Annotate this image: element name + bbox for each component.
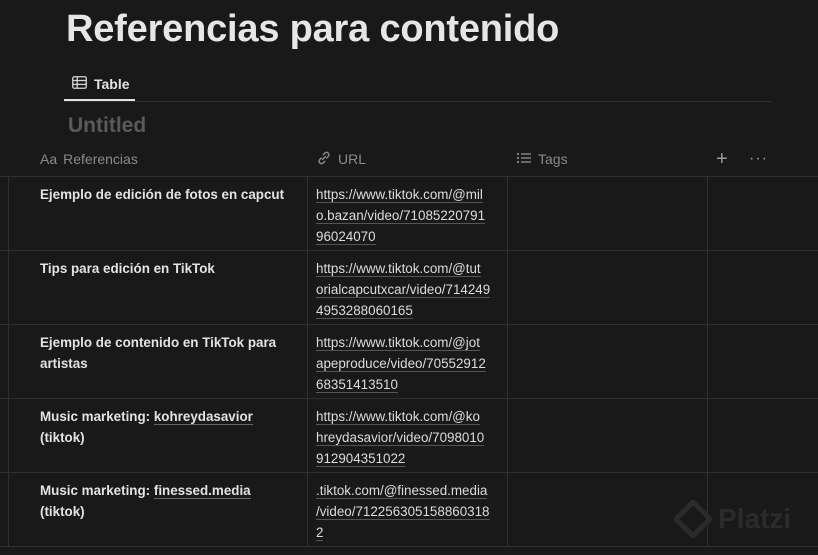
referencia-text: Tips para edición en TikTok xyxy=(40,261,215,276)
column-divider xyxy=(8,250,9,324)
url-link-text[interactable]: 96024070 xyxy=(316,229,376,245)
cell-tags[interactable] xyxy=(508,324,707,398)
watermark-text: Platzi xyxy=(718,503,792,534)
cell-referencia[interactable]: Music marketing: finessed.media (tiktok) xyxy=(40,480,298,522)
cell-url[interactable]: https://www.tiktok.com/@ko hreydasavior/v… xyxy=(316,406,500,469)
url-link-text[interactable]: 68351413510 xyxy=(316,377,398,393)
cell-url[interactable]: https://www.tiktok.com/@jot apeproduce/vi… xyxy=(316,332,500,395)
referencia-text: Music marketing: xyxy=(40,483,154,498)
platzi-watermark: Platzi xyxy=(674,500,791,538)
column-label: Referencias xyxy=(63,151,138,167)
column-divider xyxy=(307,398,308,472)
url-link-text[interactable]: 912904351022 xyxy=(316,451,406,467)
url-link-text[interactable]: /video/712256305158860318 xyxy=(316,504,490,520)
url-link-text[interactable]: https://www.tiktok.com/@mil xyxy=(316,187,483,203)
column-label: Tags xyxy=(538,151,568,167)
referencia-text: Ejemplo de contenido en TikTok para arti… xyxy=(40,335,277,371)
column-divider xyxy=(307,472,308,546)
title-property-icon: Aa xyxy=(40,151,58,167)
database-title[interactable]: Untitled xyxy=(68,114,146,138)
cell-referencia[interactable]: Ejemplo de edición de fotos en capcut xyxy=(40,184,298,205)
platzi-logo-icon xyxy=(674,500,712,538)
cell-referencia[interactable]: Tips para edición en TikTok xyxy=(40,258,298,279)
column-header-url[interactable]: URL xyxy=(316,142,366,176)
referencia-text: Music marketing: xyxy=(40,409,154,424)
referencia-text: Ejemplo de edición de fotos en capcut xyxy=(40,187,285,202)
mention-link[interactable]: finessed.media xyxy=(153,483,251,499)
table-header: Aa Referencias URL Tags + ··· xyxy=(0,142,818,177)
mention-link[interactable]: kohreydasavior xyxy=(153,409,253,425)
column-divider xyxy=(8,398,9,472)
cell-tags[interactable] xyxy=(508,398,707,472)
column-divider xyxy=(8,176,9,250)
cell-referencia[interactable]: Ejemplo de contenido en TikTok para arti… xyxy=(40,332,298,374)
tab-table[interactable]: Table xyxy=(64,68,135,101)
url-link-text[interactable]: https://www.tiktok.com/@ko xyxy=(316,409,480,425)
table-row[interactable]: Ejemplo de contenido en TikTok para arti… xyxy=(0,324,818,399)
url-link-text[interactable]: https://www.tiktok.com/@jot xyxy=(316,335,480,351)
cell-url[interactable]: https://www.tiktok.com/@tut orialcapcutxc… xyxy=(316,258,500,321)
column-divider xyxy=(707,250,708,324)
url-link-text[interactable]: orialcapcutxcar/video/714249 xyxy=(316,282,491,298)
tab-table-label: Table xyxy=(94,75,130,92)
table-row[interactable]: Ejemplo de edición de fotos en capcut htt… xyxy=(0,176,818,251)
column-divider xyxy=(8,324,9,398)
column-divider xyxy=(8,472,9,546)
add-column-button[interactable]: + xyxy=(716,142,728,176)
column-header-tags[interactable]: Tags xyxy=(516,142,568,176)
table-row[interactable]: Music marketing: kohreydasavior (tiktok)… xyxy=(0,398,818,473)
link-icon xyxy=(316,150,332,169)
referencia-text: (tiktok) xyxy=(40,504,85,519)
column-header-referencias[interactable]: Aa Referencias xyxy=(40,142,138,176)
column-divider xyxy=(707,398,708,472)
cell-url[interactable]: https://www.tiktok.com/@mil o.bazan/video… xyxy=(316,184,500,247)
column-divider xyxy=(707,324,708,398)
page-title: Referencias para contenido xyxy=(66,8,560,50)
column-divider xyxy=(307,176,308,250)
column-divider xyxy=(307,250,308,324)
column-divider xyxy=(307,324,308,398)
cell-tags[interactable] xyxy=(508,176,707,250)
cell-referencia[interactable]: Music marketing: kohreydasavior (tiktok) xyxy=(40,406,298,448)
table-icon xyxy=(72,75,87,92)
cell-tags[interactable] xyxy=(508,250,707,324)
column-divider xyxy=(707,176,708,250)
url-link-text[interactable]: 2 xyxy=(316,525,324,541)
url-link-text[interactable]: .tiktok.com/@finessed.media xyxy=(316,483,488,499)
url-link-text[interactable]: https://www.tiktok.com/@tut xyxy=(316,261,481,277)
url-link-text[interactable]: o.bazan/video/71085220791 xyxy=(316,208,486,224)
url-link-text[interactable]: 4953288060165 xyxy=(316,303,413,319)
cell-url[interactable]: .tiktok.com/@finessed.media/video/712256… xyxy=(316,480,500,543)
table-row[interactable]: Tips para edición en TikTok https://www.t… xyxy=(0,250,818,325)
referencia-text: (tiktok) xyxy=(40,430,85,445)
view-tabbar: Table xyxy=(64,68,771,102)
list-icon xyxy=(516,151,532,168)
more-options-button[interactable]: ··· xyxy=(749,142,768,176)
url-link-text[interactable]: hreydasavior/video/7098010 xyxy=(316,430,485,446)
url-link-text[interactable]: apeproduce/video/70552912 xyxy=(316,356,486,372)
column-label: URL xyxy=(338,151,367,167)
